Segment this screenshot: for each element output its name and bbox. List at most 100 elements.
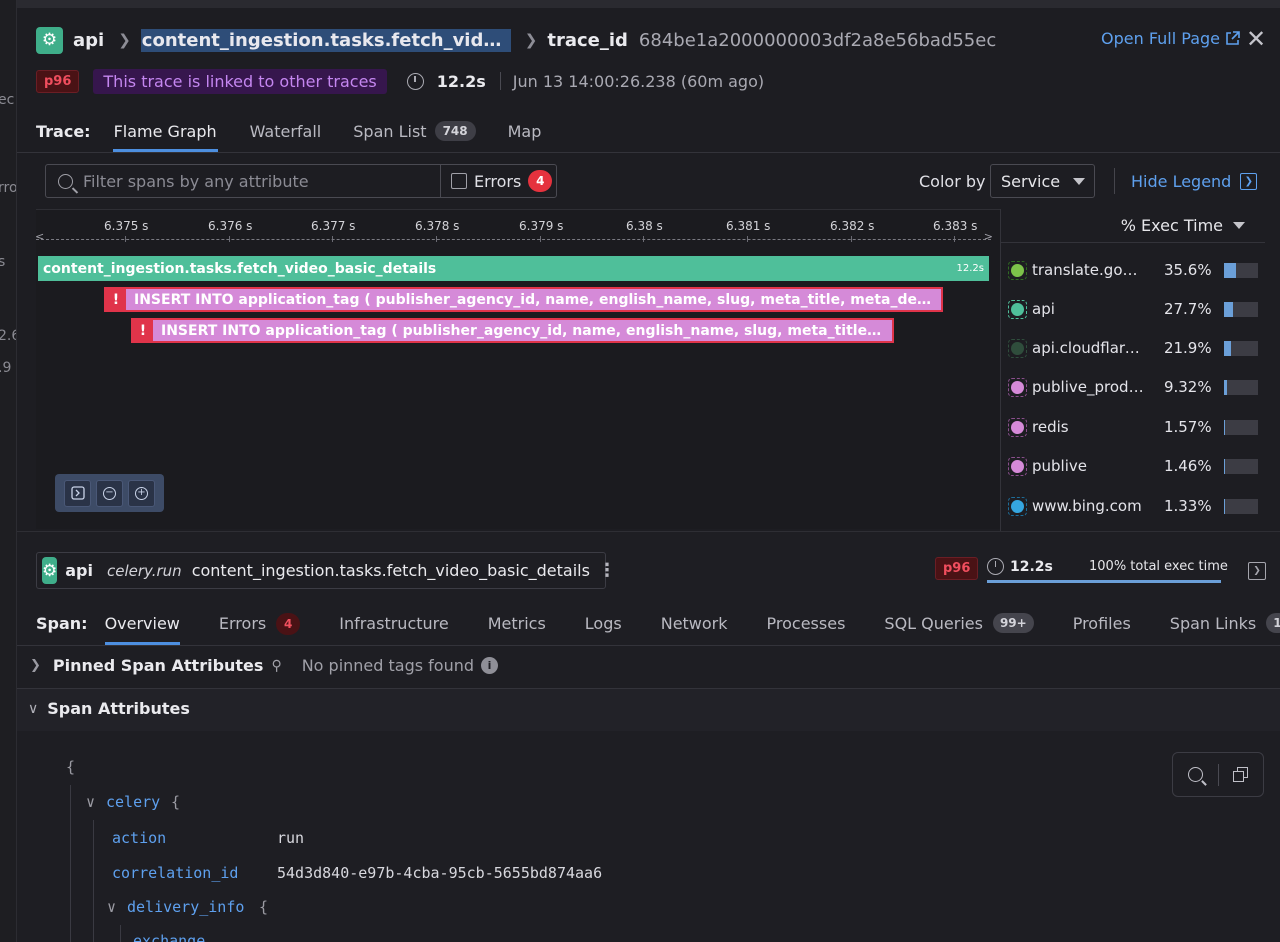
fit-to-view-button[interactable] (64, 479, 91, 507)
linked-traces-badge[interactable]: This trace is linked to other traces (93, 68, 387, 94)
trace-id-label: trace_id (547, 29, 628, 51)
legend-exec-bar (1223, 340, 1258, 356)
hide-legend-button[interactable]: Hide Legend ❯ (1131, 172, 1258, 191)
json-open-brace: { (259, 898, 269, 916)
legend-service-name: www.bing.com (1032, 497, 1142, 515)
legend-item[interactable]: publive 1.46% (1008, 454, 1258, 478)
filter-spans-input[interactable] (83, 171, 423, 191)
pin-icon: ⚲ (271, 657, 282, 674)
header-service[interactable]: api (73, 30, 104, 51)
info-icon[interactable]: i (481, 657, 499, 674)
span-resource-name: content_ingestion.tasks.fetch_video_basi… (191, 561, 590, 580)
tab-logs[interactable]: Logs (585, 607, 622, 645)
chevron-down-icon[interactable]: ∨ (107, 898, 116, 916)
tab-sql-queries[interactable]: SQL Queries 99+ (884, 607, 1034, 645)
errors-checkbox[interactable] (451, 173, 467, 189)
legend-item[interactable]: api 27.7% (1008, 297, 1258, 321)
color-by-value: Service (1001, 171, 1061, 191)
legend-sort-header[interactable]: % Exec Time (1001, 209, 1265, 243)
legend-exec-bar-fill (1223, 340, 1231, 356)
legend-item[interactable]: redis 1.57% (1008, 415, 1258, 439)
tab-infrastructure[interactable]: Infrastructure (339, 607, 448, 645)
tree-guide (93, 820, 94, 942)
left-fragment: s (0, 254, 5, 270)
caret-down-icon (1233, 222, 1245, 229)
flame-graph[interactable]: 6.375 s 6.376 s 6.377 s 6.378 s 6.379 s … (35, 209, 1000, 529)
tab-map[interactable]: Map (508, 116, 542, 152)
time-tick-label: 6.383 s (933, 219, 978, 233)
legend-item[interactable]: www.bing.com 1.33% (1008, 494, 1258, 518)
chevron-down-icon: ∨ (28, 700, 39, 717)
legend-exec-bar-fill (1223, 498, 1225, 514)
search-icon (58, 173, 73, 189)
legend-item[interactable]: api.cloudflare.c... 21.9% (1008, 336, 1258, 360)
copy-icon[interactable] (1233, 767, 1249, 782)
tab-span-list[interactable]: Span List 748 (353, 116, 476, 152)
more-options-icon[interactable]: ⋮ (598, 560, 616, 581)
sql-count-badge: 99+ (992, 613, 1034, 633)
tab-flame-graph[interactable]: Flame Graph (112, 116, 218, 152)
left-fragment: ec (0, 92, 15, 108)
selected-span-header: ⚙ api celery.run content_ingestion.tasks… (36, 552, 616, 589)
divider (17, 645, 1280, 646)
tab-label: Span List (353, 122, 427, 141)
legend-exec-bar-fill (1223, 379, 1227, 395)
tab-overview[interactable]: Overview (104, 607, 180, 645)
time-tick-label: 6.377 s (311, 219, 356, 233)
span-service[interactable]: api (65, 561, 93, 580)
legend-item[interactable]: translate.googl... 35.6% (1008, 258, 1258, 282)
left-cropped-panel: ec rro s 2.6 .9 (0, 0, 17, 942)
errors-count-badge: 4 (276, 613, 301, 635)
service-color-swatch (1008, 338, 1027, 358)
zoom-out-button[interactable]: − (96, 479, 123, 507)
tab-errors[interactable]: Errors 4 (218, 607, 301, 645)
span-tabs-label: Span: (36, 614, 88, 633)
collapse-panel-icon[interactable]: ❯ (1248, 562, 1266, 580)
tab-network[interactable]: Network (661, 607, 728, 645)
span-root[interactable]: content_ingestion.tasks.fetch_video_basi… (38, 256, 989, 281)
header-operation[interactable]: content_ingestion.tasks.fetch_video_ba..… (140, 28, 511, 52)
service-legend: % Exec Time translate.googl... 35.6% api 27… (1001, 209, 1280, 529)
service-color-swatch (1008, 377, 1027, 397)
span-duration: 12.2s (956, 263, 984, 274)
pinned-empty-text: No pinned tags found (301, 656, 475, 675)
tab-label: Errors (218, 614, 267, 633)
json-key-celery[interactable]: celery (106, 793, 160, 811)
chevron-right-icon: ❯ (30, 658, 41, 673)
json-key-action: action (112, 829, 167, 847)
pinned-attributes-toggle[interactable]: ❯ Pinned Span Attributes ⚲ No pinned tag… (30, 656, 499, 675)
json-key-delivery-info[interactable]: delivery_info (127, 898, 244, 916)
search-icon[interactable] (1187, 767, 1203, 782)
span-sql-insert[interactable]: ! INSERT INTO application_tag ( publishe… (131, 318, 894, 343)
color-by-label: Color by (919, 172, 986, 191)
json-open-brace: { (66, 758, 76, 776)
service-gear-icon: ⚙ (42, 557, 58, 584)
tab-profiles[interactable]: Profiles (1073, 607, 1131, 645)
open-full-page-link[interactable]: Open Full Page (1101, 29, 1240, 48)
time-tick-label: 6.379 s (519, 219, 564, 233)
tab-label: Flame Graph (113, 122, 217, 141)
trace-duration: 12.2s (436, 71, 486, 91)
json-key-exchange: exchange (133, 932, 206, 942)
color-by-select[interactable]: Service (990, 164, 1095, 198)
tab-metrics[interactable]: Metrics (488, 607, 546, 645)
errors-filter-toggle[interactable]: Errors 4 (440, 164, 557, 198)
zoom-out-icon: − (103, 486, 116, 500)
zoom-in-button[interactable]: + (128, 479, 155, 507)
span-attributes-toggle[interactable]: ∨ Span Attributes (28, 699, 190, 718)
trace-tabs-label: Trace: (36, 122, 91, 141)
json-open-brace: { (171, 793, 181, 811)
caret-down-icon (1073, 177, 1085, 185)
zoom-in-icon: + (135, 486, 148, 500)
trace-id-value[interactable]: 684be1a2000000003df2a8e56bad55ec (639, 30, 996, 51)
tab-waterfall[interactable]: Waterfall (250, 116, 322, 152)
service-color-swatch (1008, 299, 1027, 319)
chevron-down-icon[interactable]: ∨ (86, 793, 95, 811)
span-duration: 12.2s (1010, 558, 1053, 575)
legend-item[interactable]: publive_produc... 9.32% (1008, 375, 1258, 399)
span-sql-insert[interactable]: ! INSERT INTO application_tag ( publishe… (104, 287, 943, 312)
divider (17, 152, 1280, 153)
tab-processes[interactable]: Processes (767, 607, 846, 645)
close-icon[interactable]: ✕ (1246, 26, 1266, 52)
tab-span-links[interactable]: Span Links 1 (1170, 607, 1280, 645)
